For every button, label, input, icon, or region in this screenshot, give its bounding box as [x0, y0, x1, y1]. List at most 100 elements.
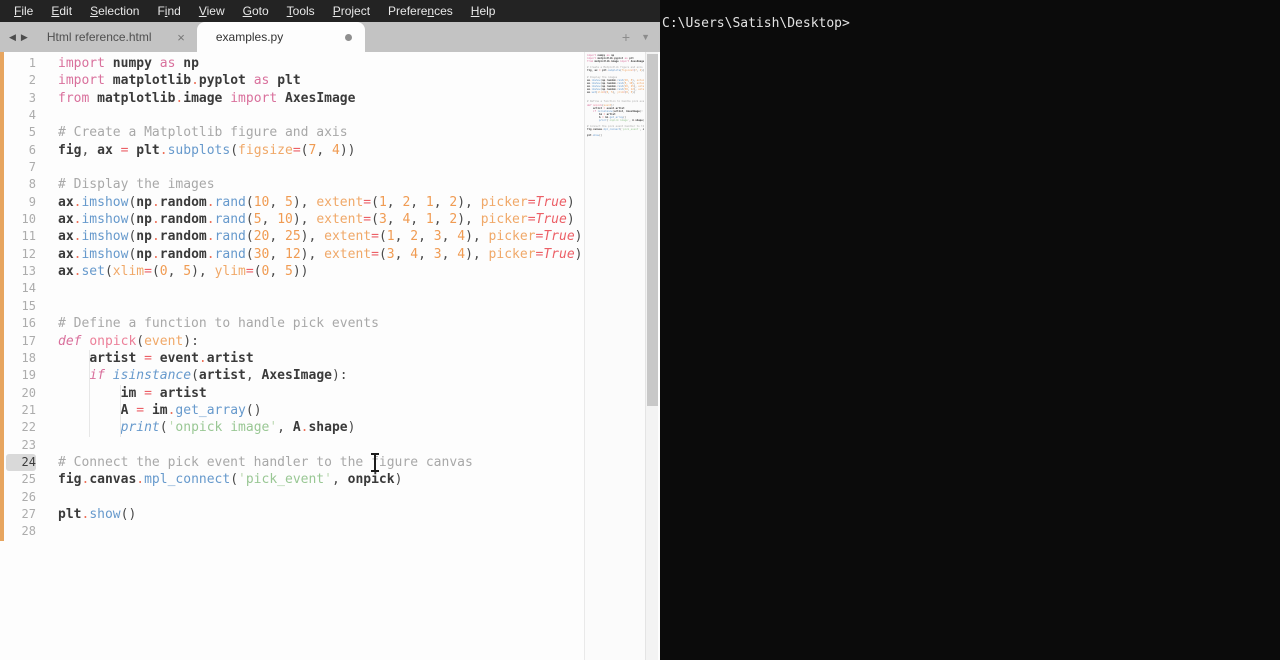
code-line[interactable]: 6 fig, ax = plt.subplots(figsize=(7, 4)): [0, 142, 580, 159]
code-line-text: # Connect the pick event handler to the …: [58, 454, 473, 470]
code-line[interactable]: 13 ax.set(xlim=(0, 5), ylim=(0, 5)): [0, 263, 580, 280]
line-number: 26: [21, 489, 36, 504]
code-line[interactable]: 2 import matplotlib.pyplot as plt: [0, 72, 580, 89]
code-line-text: fig.canvas.mpl_connect('pick_event', onp…: [58, 472, 403, 488]
tab-back-icon[interactable]: ◀: [9, 32, 16, 43]
code-line[interactable]: 19 if isinstance(artist, AxesImage):: [0, 367, 580, 384]
line-number: 23: [21, 437, 36, 452]
code-line-text: import matplotlib.pyplot as plt: [58, 73, 301, 89]
code-line[interactable]: 24 # Connect the pick event handler to th…: [0, 453, 580, 472]
line-number: 28: [21, 524, 36, 539]
code-line-text: ax.imshow(np.random.rand(5, 10), extent=…: [58, 212, 575, 228]
line-number: 11: [21, 229, 36, 244]
code-line[interactable]: 5 # Create a Matplotlib figure and axis: [0, 124, 580, 141]
menu-help[interactable]: Help: [462, 0, 505, 22]
tab-label: examples.py: [215, 30, 284, 44]
code-line[interactable]: 22 print('onpick image', A.shape): [0, 419, 580, 436]
terminal-prompt: C:\Users\Satish\Desktop>: [662, 16, 850, 31]
code-line[interactable]: 9 ax.imshow(np.random.rand(10, 5), extent…: [0, 194, 580, 211]
tab-examples-py[interactable]: examples.py: [196, 22, 365, 52]
code-line-text: ax.imshow(np.random.rand(10, 5), extent=…: [58, 194, 575, 210]
screen: File Edit Selection Find View Goto Tools Projec…: [0, 0, 1280, 660]
code-line[interactable]: 23: [0, 437, 580, 454]
line-number: 27: [21, 506, 36, 521]
line-number: 13: [21, 264, 36, 279]
minimap-line: [587, 138, 644, 141]
minimap-line: print('onpick image', A.shape): [599, 118, 644, 122]
editor-body[interactable]: 1 import numpy as np 2 import matplotlib.py…: [0, 52, 660, 660]
code-line[interactable]: 18 artist = event.artist: [0, 350, 580, 367]
code-line[interactable]: 11 ax.imshow(np.random.rand(20, 25), exte…: [0, 228, 580, 245]
code-line[interactable]: 10 ax.imshow(np.random.rand(5, 10), exten…: [0, 211, 580, 228]
code-line[interactable]: 14: [0, 280, 580, 297]
line-number: 19: [21, 368, 36, 383]
line-number: 10: [21, 212, 36, 227]
code-line-text: from matplotlib.image import AxesImage: [58, 90, 356, 106]
menu-selection[interactable]: Selection: [81, 0, 148, 22]
new-tab-icon[interactable]: +: [622, 29, 630, 45]
code-line[interactable]: 27 plt.show(): [0, 506, 580, 523]
minimap[interactable]: import numpy as np import matplotlib.pypl…: [587, 54, 644, 141]
line-number: 25: [21, 472, 36, 487]
line-number: 5: [28, 125, 36, 140]
menu-find[interactable]: Find: [148, 0, 189, 22]
code-line[interactable]: 28: [0, 523, 580, 540]
line-number: 12: [21, 246, 36, 261]
menu-view[interactable]: View: [190, 0, 234, 22]
tabbar-right-controls: + ▼: [622, 22, 660, 52]
scrollbar-thumb[interactable]: [647, 54, 658, 406]
code-line[interactable]: 3 from matplotlib.image import AxesImage: [0, 90, 580, 107]
line-number: 17: [21, 333, 36, 348]
close-icon[interactable]: ×: [177, 30, 185, 45]
code-line[interactable]: 7: [0, 159, 580, 176]
menu-preferences[interactable]: Preferences: [379, 0, 462, 22]
menu-goto[interactable]: Goto: [234, 0, 278, 22]
code-line[interactable]: 12 ax.imshow(np.random.rand(30, 12), exte…: [0, 246, 580, 263]
code-pane[interactable]: 1 import numpy as np 2 import matplotlib.py…: [0, 52, 580, 660]
terminal-window[interactable]: C:\Users\Satish\Desktop>: [660, 0, 1280, 660]
line-number: 3: [28, 90, 36, 105]
tab-html-reference[interactable]: Html reference.html ×: [34, 22, 197, 52]
minimap-line: fig.canvas.mpl_connect('pick_event', onp…: [587, 128, 644, 132]
menubar-items: File Edit Selection Find View Goto Tools Projec…: [5, 0, 504, 22]
line-number: 24: [6, 453, 36, 472]
code-line-text: import numpy as np: [58, 56, 199, 71]
line-number: 18: [21, 350, 36, 365]
menubar: File Edit Selection Find View Goto Tools Projec…: [0, 0, 660, 22]
line-number: 6: [28, 142, 36, 157]
line-number: 4: [28, 108, 36, 123]
code-line-text: fig, ax = plt.subplots(figsize=(7, 4)): [58, 142, 356, 158]
code-line[interactable]: 15: [0, 298, 580, 315]
menu-project[interactable]: Project: [324, 0, 379, 22]
indent-guide: [89, 350, 90, 437]
menu-edit[interactable]: Edit: [42, 0, 81, 22]
line-number: 9: [28, 194, 36, 209]
code-line[interactable]: 17 def onpick(event):: [0, 333, 580, 350]
code-line[interactable]: 1 import numpy as np: [0, 55, 580, 72]
code-line[interactable]: 20 im = artist: [0, 385, 580, 402]
tab-list-dropdown-icon[interactable]: ▼: [641, 32, 650, 42]
code-line-text: artist = event.artist: [89, 350, 254, 366]
code-line[interactable]: 26: [0, 489, 580, 506]
menu-tools[interactable]: Tools: [278, 0, 324, 22]
code-line-text: print('onpick image', A.shape): [120, 420, 356, 436]
code-line-text: # Create a Matplotlib figure and axis: [58, 125, 348, 141]
line-number: 14: [21, 281, 36, 296]
code-line[interactable]: 21 A = im.get_array(): [0, 402, 580, 419]
code-line[interactable]: 8 # Display the images: [0, 176, 580, 193]
code-line[interactable]: 25 fig.canvas.mpl_connect('pick_event', o…: [0, 471, 580, 488]
code-line-text: plt.show(): [58, 506, 137, 522]
menu-file[interactable]: File: [5, 0, 42, 22]
line-number: 2: [28, 73, 36, 88]
code-line-text: ax.set(xlim=(0, 5), ylim=(0, 5)): [58, 264, 309, 280]
code-line[interactable]: 16 # Define a function to handle pick eve…: [0, 315, 580, 332]
code-line[interactable]: 4: [0, 107, 580, 124]
indent-guide: [120, 385, 121, 437]
code-line-text: if isinstance(artist, AxesImage):: [89, 368, 348, 384]
code-line-text: # Define a function to handle pick event…: [58, 316, 379, 332]
line-number: 1: [28, 56, 36, 70]
minimap-column[interactable]: import numpy as np import matplotlib.pypl…: [584, 52, 645, 660]
code-editor-window: File Edit Selection Find View Goto Tools Projec…: [0, 0, 660, 660]
tab-forward-icon[interactable]: ▶: [21, 32, 28, 43]
vertical-scrollbar[interactable]: [645, 52, 658, 660]
